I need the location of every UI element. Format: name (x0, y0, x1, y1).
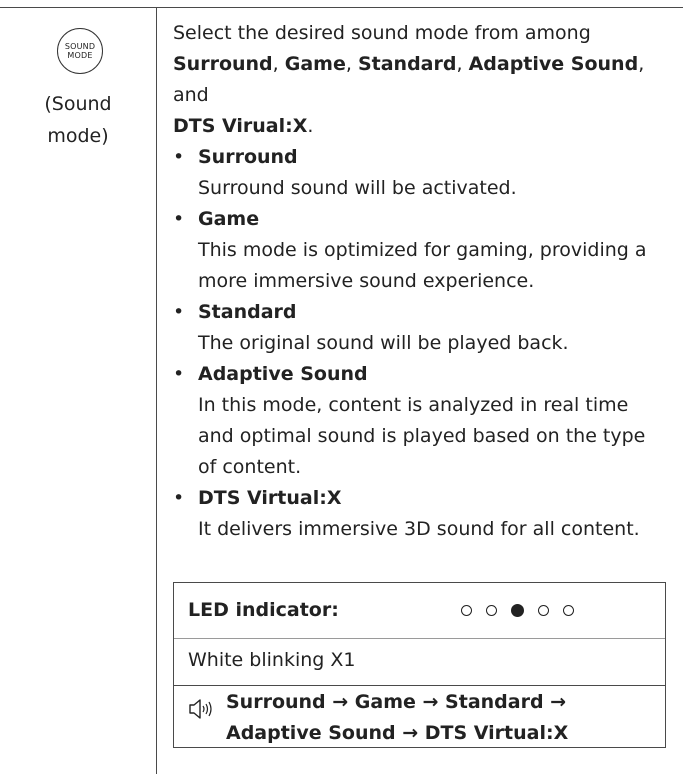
mode-description: This mode is optimized for gaming, provi… (198, 239, 647, 292)
led-indicator-row: LED indicator: (188, 595, 648, 625)
mode-description: The original sound will be played back. (198, 332, 569, 354)
led-dot-icon (563, 604, 574, 616)
led-indicator-box: LED indicator: White blinking X1 Surroun… (173, 582, 666, 748)
mode-description: It delivers immersive 3D sound for all c… (198, 518, 640, 540)
intro-option-surround: Surround (173, 53, 273, 75)
led-dot-icon (538, 604, 549, 616)
divider (174, 685, 665, 686)
led-dot-icon (461, 604, 472, 616)
bullet: • (173, 487, 185, 509)
top-rule (0, 7, 683, 8)
led-dot-icon (486, 604, 497, 616)
mode-description: Surround sound will be activated. (198, 177, 517, 199)
bullet: • (173, 363, 185, 385)
led-status-text: White blinking X1 (188, 649, 356, 671)
description-column: Select the desired sound mode from among… (173, 18, 665, 545)
button-text-line-2: MODE (67, 51, 93, 60)
list-item: • Game This mode is optimized for gaming… (173, 204, 665, 297)
divider (174, 638, 665, 639)
mode-sequence: Surround → Game → Standard → Adaptive So… (226, 691, 569, 744)
bullet: • (173, 208, 185, 230)
led-dot-filled-icon (511, 603, 524, 617)
bullet: • (173, 146, 185, 168)
list-item: • Adaptive Sound In this mode, content i… (173, 359, 665, 483)
bullet: • (173, 301, 185, 323)
sound-mode-caption: (Sound mode) (0, 88, 156, 152)
list-item: • Standard The original sound will be pl… (173, 297, 665, 359)
intro-option-standard: Standard (357, 53, 457, 75)
list-item: • Surround Surround sound will be activa… (173, 142, 665, 204)
intro-option-dts: DTS Virual:X (173, 115, 308, 137)
caption-line-1: (Sound (44, 93, 112, 115)
column-divider (156, 7, 157, 774)
mode-title: Game (198, 208, 260, 230)
mode-title: Standard (198, 301, 297, 323)
mode-description: In this mode, content is analyzed in rea… (198, 394, 646, 478)
mode-title: Adaptive Sound (198, 363, 368, 385)
intro-paragraph: Select the desired sound mode from among… (173, 22, 645, 137)
intro-option-game: Game (284, 53, 346, 75)
intro-end: . (307, 115, 314, 137)
mode-title: DTS Virtual:X (198, 487, 342, 509)
sound-mode-button-icon: SOUND MODE (57, 28, 103, 74)
speaker-icon (189, 699, 212, 719)
intro-option-adaptive: Adaptive Sound (468, 53, 639, 75)
button-text-line-1: SOUND (64, 42, 96, 51)
intro-line: Select the desired sound mode from among (173, 22, 591, 44)
caption-line-2: mode) (47, 125, 109, 147)
mode-title: Surround (198, 146, 298, 168)
led-indicator-label: LED indicator: (188, 599, 339, 621)
list-item: • DTS Virtual:X It delivers immersive 3D… (173, 483, 665, 545)
led-dots (461, 595, 588, 625)
